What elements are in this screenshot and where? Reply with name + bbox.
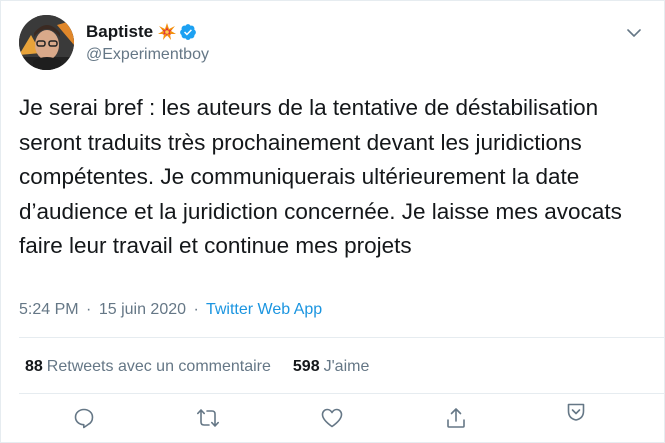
likes-stat[interactable]: 598 J'aime [293,358,369,376]
retweet-icon[interactable] [196,406,220,430]
retweets-label: Retweets avec un commentaire [46,358,271,375]
divider [19,337,664,338]
display-name-row: Baptiste [86,21,209,43]
save-icon[interactable] [564,400,588,424]
tweet-date[interactable]: 15 juin 2020 [99,301,186,318]
meta-separator: · [193,301,199,318]
user-handle[interactable]: @Experimentboy [86,46,209,64]
share-icon[interactable] [444,406,468,430]
tweet-meta: 5:24 PM · 15 juin 2020 · Twitter Web App [19,301,322,319]
retweets-count: 88 [25,358,43,375]
like-icon[interactable] [320,406,344,430]
tweet-source-link[interactable]: Twitter Web App [206,301,322,318]
retweets-stat[interactable]: 88 Retweets avec un commentaire [25,358,271,376]
tweet-header: Baptiste @Experimentboy [19,15,646,75]
reply-icon[interactable] [72,406,96,430]
chevron-down-icon[interactable] [624,23,644,43]
tweet-stats: 88 Retweets avec un commentaire 598 J'aime [25,358,391,376]
tweet-time[interactable]: 5:24 PM [19,301,79,318]
divider [19,393,664,394]
tweet-text: Je serai bref : les auteurs de la tentat… [19,95,622,258]
likes-count: 598 [292,358,320,375]
likes-label: J'aime [323,358,370,375]
meta-separator: · [86,301,92,318]
avatar-image [19,15,74,70]
tweet-card: Baptiste @Experimentboy Je serai bref: … [0,0,665,443]
display-name[interactable]: Baptiste [86,22,153,42]
tweet-actions [1,403,665,436]
avatar[interactable] [19,15,74,70]
collision-emoji-icon [158,23,177,41]
verified-badge-icon [179,23,197,41]
user-names: Baptiste @Experimentboy [86,21,209,64]
